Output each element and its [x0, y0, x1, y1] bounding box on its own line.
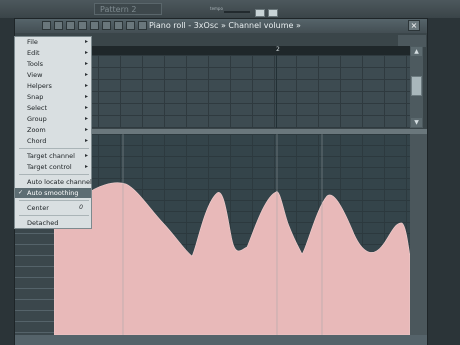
zoom-tool-icon[interactable] [126, 21, 135, 30]
menu-item-file[interactable]: File ▸ [15, 37, 91, 47]
target-separator: » [295, 21, 301, 30]
horizontal-scrollbar[interactable] [15, 335, 427, 345]
menu-item-tools[interactable]: Tools ▸ [15, 59, 91, 69]
host-view-button[interactable] [268, 9, 278, 17]
piano-roll-menu: File ▸ Edit ▸ Tools ▸ View ▸ Helpers ▸ Snap ▸ … [14, 36, 92, 229]
note-grid[interactable] [54, 55, 410, 128]
brush-tool-icon[interactable] [66, 21, 75, 30]
select-tool-icon[interactable] [114, 21, 123, 30]
scroll-up-icon[interactable]: ▲ [411, 47, 422, 56]
menu-item-target-control[interactable]: Target control ▸ [15, 162, 91, 172]
mute-tool-icon[interactable] [90, 21, 99, 30]
checkmark-icon: ✓ [18, 189, 24, 196]
scroll-down-icon[interactable]: ▼ [411, 118, 422, 127]
host-toolbar [0, 0, 460, 18]
menu-item-center[interactable]: Center 0 [15, 203, 91, 213]
scroll-thumb[interactable] [411, 76, 422, 96]
title-separator: » [220, 21, 226, 30]
menu-separator [19, 215, 89, 216]
tempo-label: tempo [210, 6, 223, 11]
menu-item-edit[interactable]: Edit ▸ [15, 48, 91, 58]
automation-fill [54, 182, 410, 335]
window-title: Piano roll - 3xOsc » Channel volume » [149, 21, 301, 31]
menu-item-target-channel[interactable]: Target channel ▸ [15, 151, 91, 161]
menu-separator [19, 174, 89, 175]
menu-item-auto-locate-channel[interactable]: Auto locate channel [15, 177, 92, 187]
title-text: Piano roll - 3xOsc [149, 21, 219, 30]
menu-item-zoom[interactable]: Zoom ▸ [15, 125, 91, 135]
menu-separator [19, 200, 89, 201]
pattern-selector[interactable]: Pattern 2 [94, 3, 162, 15]
event-editor-side [410, 134, 427, 335]
bar-divider [276, 55, 277, 128]
slice-tool-icon[interactable] [102, 21, 111, 30]
delete-tool-icon[interactable] [78, 21, 87, 30]
menu-item-snap[interactable]: Snap ▸ [15, 92, 91, 102]
bar-number: 2 [276, 46, 280, 53]
menu-item-chord[interactable]: Chord ▸ [15, 136, 91, 146]
playback-tool-icon[interactable] [138, 21, 147, 30]
menu-item-helpers[interactable]: Helpers ▸ [15, 81, 91, 91]
automation-curve[interactable] [54, 134, 410, 335]
menu-item-select[interactable]: Select ▸ [15, 103, 91, 113]
master-slider[interactable] [224, 11, 250, 13]
close-button[interactable]: × [408, 20, 420, 31]
menu-item-group[interactable]: Group ▸ [15, 114, 91, 124]
pencil-tool-icon[interactable] [54, 21, 63, 30]
menu-item-view[interactable]: View ▸ [15, 70, 91, 80]
menu-item-auto-smoothing[interactable]: ✓ Auto smoothing [15, 188, 91, 198]
menu-separator [19, 148, 89, 149]
menu-item-detached[interactable]: Detached [15, 218, 91, 228]
target-control-label[interactable]: Channel volume [228, 21, 293, 30]
arrow-tool-icon[interactable] [42, 21, 51, 30]
host-toggle-button[interactable] [255, 9, 265, 17]
timeline-ruler[interactable] [54, 46, 410, 55]
